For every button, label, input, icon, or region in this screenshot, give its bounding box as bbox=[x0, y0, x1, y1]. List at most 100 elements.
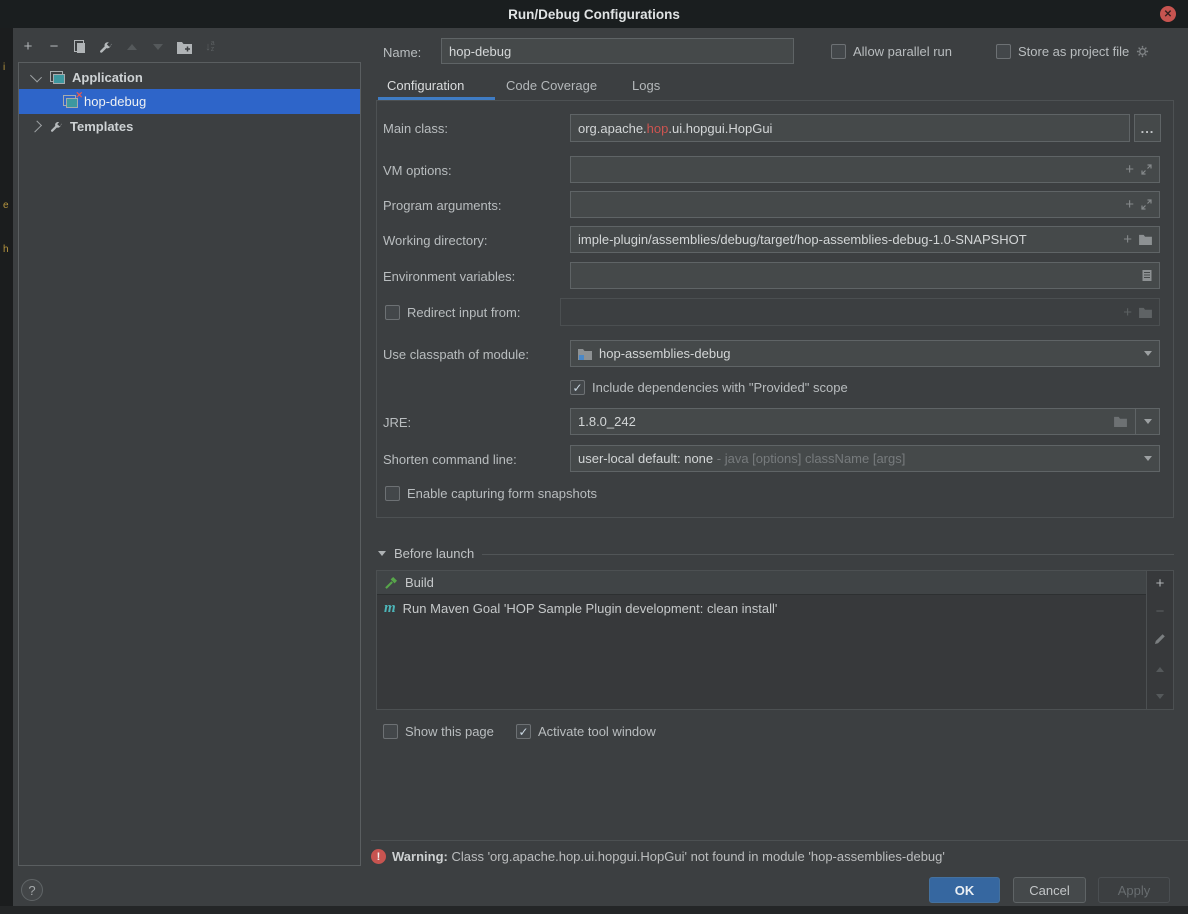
check-icon: ✓ bbox=[572, 382, 582, 394]
expand-icon[interactable] bbox=[1141, 199, 1152, 210]
environment-variables-label: Environment variables: bbox=[383, 269, 515, 284]
run-config-tree: Application ✕ hop-debug Templates bbox=[18, 62, 361, 866]
store-as-project-file-option: Store as project file bbox=[996, 44, 1149, 59]
insert-macro-icon[interactable]: + bbox=[1123, 233, 1132, 246]
show-this-page-checkbox[interactable] bbox=[383, 724, 398, 739]
form-snapshots-checkbox[interactable] bbox=[385, 486, 400, 501]
before-launch-item-maven[interactable]: m Run Maven Goal 'HOP Sample Plugin deve… bbox=[377, 596, 1147, 620]
main-class-browse-button[interactable]: ... bbox=[1134, 114, 1161, 142]
application-icon bbox=[50, 71, 65, 84]
allow-parallel-run-label: Allow parallel run bbox=[853, 44, 952, 59]
name-input[interactable] bbox=[441, 38, 794, 64]
gear-icon[interactable] bbox=[1136, 45, 1149, 58]
new-folder-icon bbox=[177, 41, 192, 54]
config-error-badge-icon: ✕ bbox=[75, 90, 83, 101]
module-icon bbox=[578, 348, 592, 360]
working-directory-label: Working directory: bbox=[383, 233, 488, 248]
folder-icon[interactable] bbox=[1114, 416, 1127, 427]
minus-icon: − bbox=[50, 40, 59, 54]
show-this-page-option: Show this page bbox=[383, 724, 494, 739]
main-class-field[interactable]: org.apache.hop.ui.hopgui.HopGui bbox=[570, 114, 1130, 142]
move-task-up-button[interactable] bbox=[1156, 667, 1164, 672]
before-launch-item-build[interactable]: Build bbox=[377, 571, 1147, 595]
tree-item-label: Application bbox=[72, 70, 143, 85]
shorten-command-line-hint: - java [options] className [args] bbox=[717, 451, 906, 466]
help-icon: ? bbox=[28, 883, 35, 898]
add-task-button[interactable]: + bbox=[1156, 577, 1165, 591]
plus-icon: + bbox=[24, 40, 33, 54]
close-button[interactable]: ✕ bbox=[1160, 6, 1176, 22]
program-arguments-label: Program arguments: bbox=[383, 198, 502, 213]
before-launch-title: Before launch bbox=[394, 546, 474, 561]
working-directory-value: imple-plugin/assemblies/debug/target/hop… bbox=[578, 232, 1117, 247]
help-button[interactable]: ? bbox=[21, 879, 43, 901]
warning-label: Warning: bbox=[392, 849, 448, 864]
edit-variables-icon[interactable] bbox=[1142, 269, 1152, 282]
include-provided-option: ✓ Include dependencies with "Provided" s… bbox=[570, 380, 848, 395]
activate-tool-window-option: ✓ Activate tool window bbox=[516, 724, 656, 739]
footer-separator bbox=[371, 840, 1188, 841]
tab-logs[interactable]: Logs bbox=[632, 78, 660, 101]
vm-options-field[interactable]: + bbox=[570, 156, 1160, 183]
working-directory-field[interactable]: imple-plugin/assemblies/debug/target/hop… bbox=[570, 226, 1160, 253]
shorten-command-line-combo[interactable]: user-local default: none - java [options… bbox=[570, 445, 1160, 472]
program-arguments-field[interactable]: + bbox=[570, 191, 1160, 218]
apply-button[interactable]: Apply bbox=[1098, 877, 1170, 903]
folder-icon[interactable] bbox=[1139, 234, 1152, 245]
jre-combo[interactable]: 1.8.0_242 bbox=[570, 408, 1160, 435]
tree-item-application[interactable]: Application bbox=[19, 65, 360, 90]
include-provided-checkbox[interactable]: ✓ bbox=[570, 380, 585, 395]
edit-templates-button[interactable] bbox=[98, 39, 114, 55]
store-as-project-file-checkbox[interactable] bbox=[996, 44, 1011, 59]
vm-options-label: VM options: bbox=[383, 163, 452, 178]
folder-icon bbox=[1139, 307, 1152, 318]
ok-button[interactable]: OK bbox=[929, 877, 1000, 903]
configurations-toolbar: + − ↓ az bbox=[20, 36, 250, 58]
chevron-right-icon[interactable] bbox=[30, 120, 42, 132]
chevron-down-icon[interactable] bbox=[30, 70, 42, 82]
wrench-icon bbox=[99, 40, 113, 54]
before-launch-item-label: Build bbox=[405, 575, 434, 590]
edit-task-button[interactable] bbox=[1154, 633, 1166, 645]
collapse-triangle-icon[interactable] bbox=[378, 551, 386, 556]
copy-configuration-button[interactable] bbox=[72, 39, 88, 55]
ellipsis-icon: ... bbox=[1141, 121, 1155, 136]
arrow-down-icon bbox=[153, 44, 163, 50]
allow-parallel-run-checkbox[interactable] bbox=[831, 44, 846, 59]
environment-variables-field[interactable] bbox=[570, 262, 1160, 289]
before-launch-toolbar: + − bbox=[1146, 571, 1173, 709]
main-class-value: org.apache.hop.ui.hopgui.HopGui bbox=[578, 121, 1122, 136]
form-snapshots-label: Enable capturing form snapshots bbox=[407, 486, 597, 501]
expand-icon[interactable] bbox=[1141, 164, 1152, 175]
cancel-button[interactable]: Cancel bbox=[1013, 877, 1086, 903]
move-up-button[interactable] bbox=[124, 39, 140, 55]
insert-macro-icon[interactable]: + bbox=[1125, 163, 1134, 176]
activate-tool-window-checkbox[interactable]: ✓ bbox=[516, 724, 531, 739]
add-configuration-button[interactable]: + bbox=[20, 39, 36, 55]
redirect-input-checkbox[interactable] bbox=[385, 305, 400, 320]
sort-configurations-button[interactable]: ↓ az bbox=[202, 39, 218, 55]
classpath-module-combo[interactable]: hop-assemblies-debug bbox=[570, 340, 1160, 367]
classpath-module-value: hop-assemblies-debug bbox=[599, 346, 1138, 361]
chevron-down-icon bbox=[1144, 419, 1152, 424]
remove-configuration-button[interactable]: − bbox=[46, 39, 62, 55]
dialog-title: Run/Debug Configurations bbox=[508, 7, 680, 22]
store-as-project-file-label: Store as project file bbox=[1018, 44, 1129, 59]
remove-task-button[interactable]: − bbox=[1156, 605, 1165, 619]
tree-item-templates[interactable]: Templates bbox=[19, 114, 360, 139]
main-class-error-part: hop bbox=[647, 121, 669, 136]
move-task-down-button[interactable] bbox=[1156, 694, 1164, 699]
tab-code-coverage[interactable]: Code Coverage bbox=[506, 78, 597, 101]
redirect-input-option: Redirect input from: bbox=[385, 305, 520, 320]
shorten-command-line-label: Shorten command line: bbox=[383, 452, 517, 467]
move-down-button[interactable] bbox=[150, 39, 166, 55]
jre-dropdown-button[interactable] bbox=[1135, 409, 1159, 434]
before-launch-list: Build m Run Maven Goal 'HOP Sample Plugi… bbox=[376, 570, 1174, 710]
insert-macro-icon[interactable]: + bbox=[1125, 198, 1134, 211]
before-launch-item-label: Run Maven Goal 'HOP Sample Plugin develo… bbox=[403, 601, 778, 616]
run-config-icon: ✕ bbox=[63, 95, 78, 108]
tree-item-hop-debug[interactable]: ✕ hop-debug bbox=[19, 89, 360, 114]
redirect-input-field[interactable]: + bbox=[560, 298, 1160, 326]
form-snapshots-option: Enable capturing form snapshots bbox=[385, 486, 597, 501]
create-folder-button[interactable] bbox=[176, 39, 192, 55]
